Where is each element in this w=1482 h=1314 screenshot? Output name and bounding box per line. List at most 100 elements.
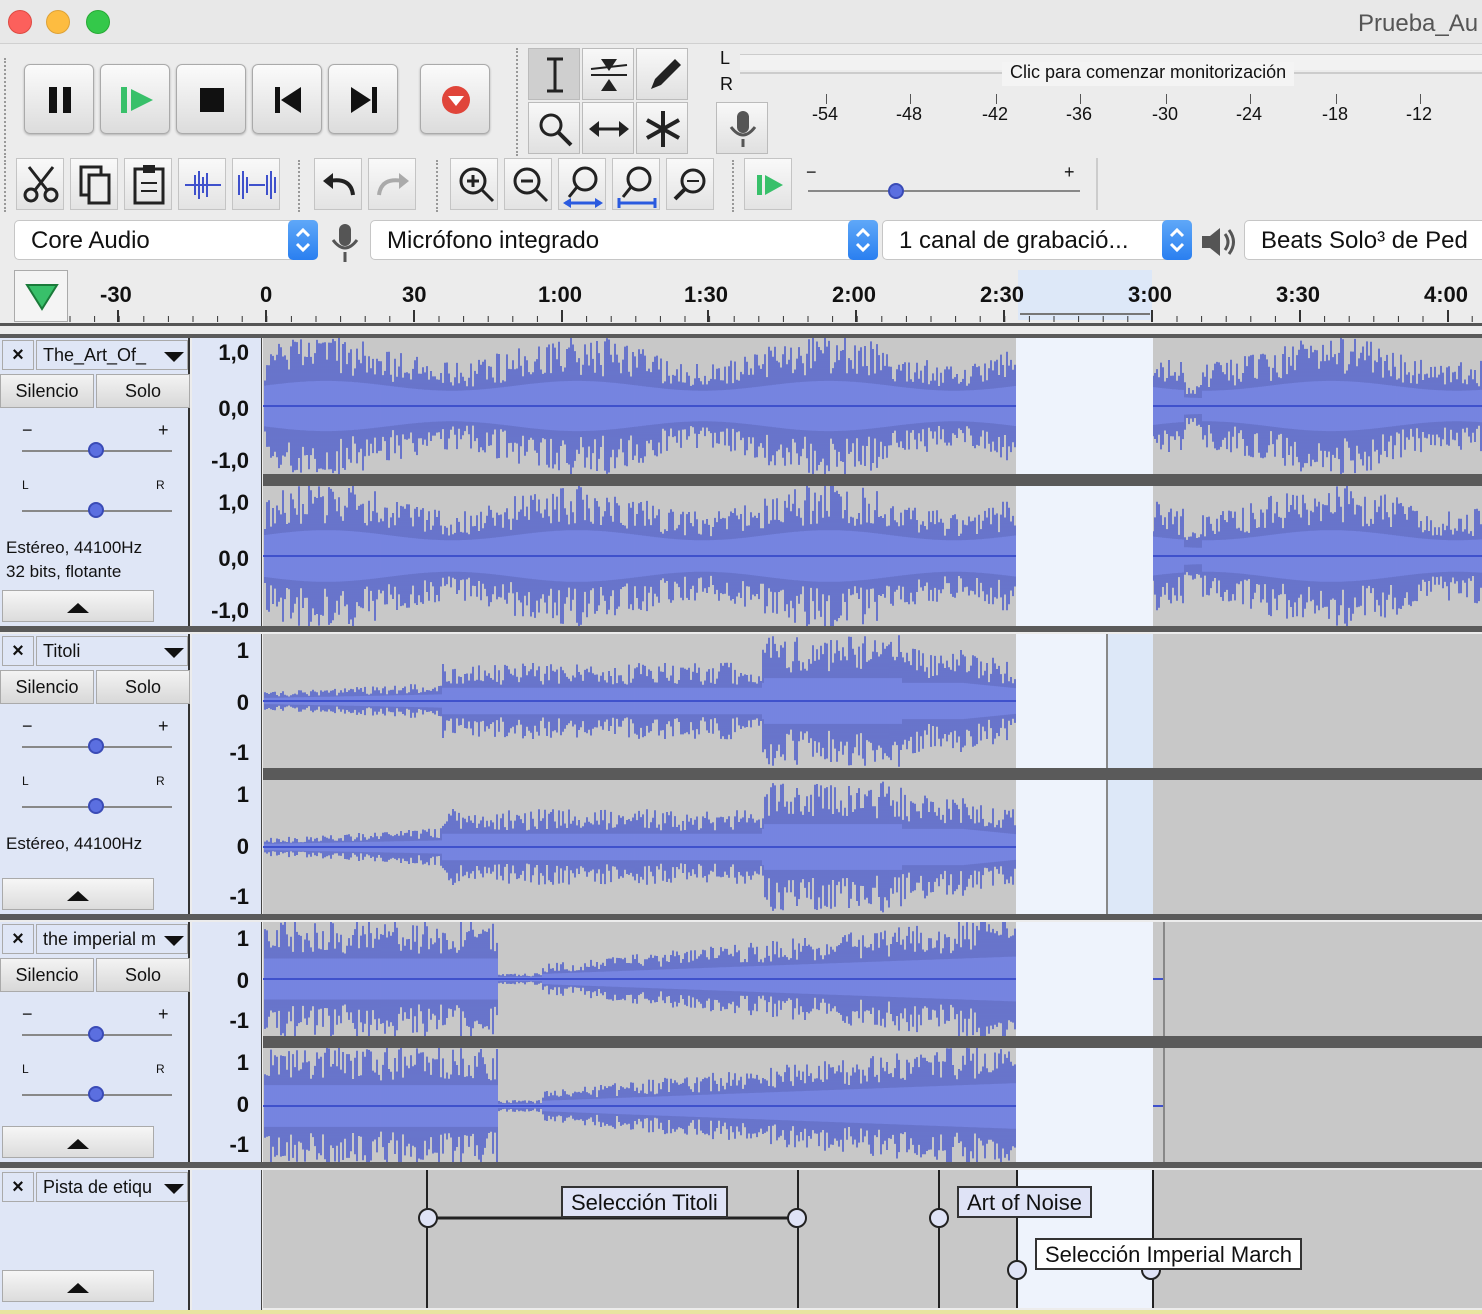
playat-grip[interactable] [732, 160, 738, 212]
monitor-prompt[interactable]: Clic para comenzar monitorización [1002, 62, 1295, 86]
close-track-button[interactable]: × [2, 636, 34, 666]
track-controls: × the imperial m Silencio Solo − + L R [0, 922, 190, 1164]
collapse-track-button[interactable] [2, 1270, 154, 1302]
zoom-out-button[interactable] [504, 158, 552, 210]
zoom-out-icon [513, 167, 549, 203]
meter-tick-mark [1080, 94, 1081, 104]
label-art-of-noise[interactable]: Art of Noise [957, 1186, 1092, 1218]
edit-grip[interactable] [4, 160, 10, 212]
collapse-track-button[interactable] [2, 590, 154, 622]
close-track-button[interactable]: × [2, 340, 34, 370]
close-window-button[interactable] [8, 10, 32, 34]
solo-button[interactable]: Solo [96, 670, 190, 704]
audio-host-select[interactable]: Core Audio [14, 220, 318, 260]
waveform-channel-left[interactable] [263, 338, 1482, 474]
meter-right-channel: R [720, 74, 733, 94]
waveform-channel-left[interactable] [263, 922, 1482, 1036]
speed-slider-knob[interactable] [888, 183, 904, 199]
meter-tick-mark [1250, 94, 1251, 104]
close-track-button[interactable]: × [2, 924, 34, 954]
zoom-tool[interactable] [528, 102, 580, 154]
pan-slider-knob[interactable] [88, 1086, 104, 1102]
skip-to-start-button[interactable] [252, 64, 322, 134]
multi-tool[interactable] [636, 102, 688, 154]
zoom-grip[interactable] [436, 160, 442, 212]
label-imperial-march[interactable]: Selección Imperial March [1035, 1238, 1302, 1270]
play-button[interactable] [100, 64, 170, 134]
audio-host-arrow[interactable] [288, 220, 318, 260]
vertical-scale[interactable]: 1 0 -1 1 0 -1 [192, 922, 262, 1164]
fit-project-button[interactable] [612, 158, 660, 210]
channel-separator [263, 768, 1482, 780]
recording-channels-arrow[interactable] [1162, 220, 1192, 260]
gain-slider-knob[interactable] [88, 442, 104, 458]
recording-device-select[interactable]: Micrófono integrado [370, 220, 878, 260]
waveform-channel-right[interactable] [263, 486, 1482, 626]
timeline-ruler[interactable]: -30 0 30 1:00 1:30 2:00 2:30 3:00 3:30 4:00 [0, 270, 1482, 326]
label-track-area[interactable]: Selección Titoli Art of Noise Selección … [263, 1170, 1482, 1308]
microphone-icon [729, 111, 757, 147]
label-titoli[interactable]: Selección Titoli [561, 1186, 728, 1218]
solo-button[interactable]: Solo [96, 374, 190, 408]
draw-tool[interactable] [636, 48, 688, 100]
copy-button[interactable] [70, 158, 118, 210]
tools-grip[interactable] [516, 48, 522, 156]
close-track-button[interactable]: × [2, 1172, 34, 1202]
track-name: the imperial m [43, 929, 157, 949]
waveform-channel-right[interactable] [263, 780, 1482, 914]
envelope-tool[interactable] [582, 48, 634, 100]
record-meter-button[interactable] [716, 102, 768, 154]
redo-icon [377, 173, 409, 196]
solo-button[interactable]: Solo [96, 958, 190, 992]
zoom-in-button[interactable] [450, 158, 498, 210]
meter-tick-label: -24 [1236, 104, 1263, 124]
waveform-channel-right[interactable] [263, 1048, 1482, 1164]
chevron-updown-icon [1169, 227, 1185, 253]
speed-slider-track[interactable] [808, 190, 1080, 192]
play-at-speed-button[interactable] [744, 158, 792, 210]
undo-grip[interactable] [298, 160, 304, 212]
paste-button[interactable] [124, 158, 172, 210]
vertical-scale[interactable]: 1 0 -1 1 0 -1 [192, 634, 262, 914]
skip-to-end-button[interactable] [328, 64, 398, 134]
redo-button[interactable] [368, 158, 416, 210]
mute-button[interactable]: Silencio [0, 670, 94, 704]
zoom-toggle-icon [673, 168, 706, 201]
mute-button[interactable]: Silencio [0, 958, 94, 992]
zoom-toggle-button[interactable] [666, 158, 714, 210]
time-shift-tool[interactable] [582, 102, 634, 154]
zoom-window-button[interactable] [86, 10, 110, 34]
scissors-icon [23, 166, 59, 203]
playback-device-value: Beats Solo³ de Ped [1261, 227, 1468, 254]
collapse-track-button[interactable] [2, 878, 154, 910]
recording-channels-select[interactable]: 1 canal de grabació... [882, 220, 1192, 260]
recording-channels-value: 1 canal de grabació... [899, 227, 1129, 254]
waveform [263, 781, 1106, 913]
gain-slider-knob[interactable] [88, 1026, 104, 1042]
fit-selection-button[interactable] [558, 158, 606, 210]
minimize-window-button[interactable] [46, 10, 70, 34]
scale-mid: 0 [236, 1092, 249, 1117]
cut-button[interactable] [16, 158, 64, 210]
selection-tool[interactable] [528, 48, 580, 100]
stop-button[interactable] [176, 64, 246, 134]
collapse-track-button[interactable] [2, 1126, 154, 1158]
pause-button[interactable] [24, 64, 94, 134]
mute-button[interactable]: Silencio [0, 374, 94, 408]
trim-button[interactable] [178, 158, 226, 210]
recording-device-arrow[interactable] [848, 220, 878, 260]
track-controls: × The_Art_Of_ Silencio Solo − + L R Esté… [0, 338, 190, 626]
scale-bottom: -1 [229, 1132, 249, 1157]
silence-button[interactable] [232, 158, 280, 210]
record-button[interactable] [420, 64, 490, 134]
undo-button[interactable] [314, 158, 362, 210]
vertical-scale[interactable]: 1,0 0,0 -1,0 1,0 0,0 -1,0 [192, 338, 262, 626]
triangle-down-icon [164, 648, 184, 658]
playback-device-select[interactable]: Beats Solo³ de Ped [1244, 220, 1482, 260]
pan-slider-knob[interactable] [88, 798, 104, 814]
waveform-channel-left[interactable] [263, 634, 1482, 768]
gain-slider-knob[interactable] [88, 738, 104, 754]
toolbar-grip[interactable] [4, 58, 10, 158]
selection-region [1016, 1048, 1153, 1164]
pan-slider-knob[interactable] [88, 502, 104, 518]
